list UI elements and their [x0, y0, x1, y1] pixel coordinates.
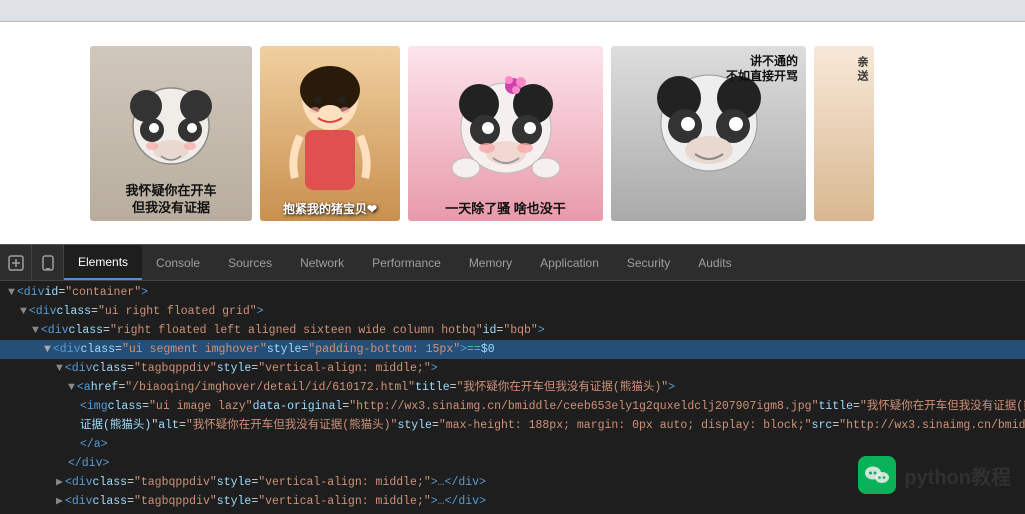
tab-audits[interactable]: Audits — [684, 245, 745, 280]
code-line-5[interactable]: ▼<div class="tagbqppdiv" style="vertical… — [0, 359, 1025, 378]
code-line-12[interactable]: ▶<div class="tagbqppdiv" style="vertical… — [0, 492, 1025, 511]
tab-network[interactable]: Network — [286, 245, 358, 280]
tab-console[interactable]: Console — [142, 245, 214, 280]
tab-memory[interactable]: Memory — [455, 245, 526, 280]
watermark-text: python教程 — [904, 461, 1011, 490]
meme-image-3: 一天除了骚 啥也没干 — [408, 46, 603, 221]
tab-sources[interactable]: Sources — [214, 245, 286, 280]
meme-image-2: 抱紧我的猪宝贝❤ — [260, 46, 400, 221]
code-line-2[interactable]: ▼<div class="ui right floated grid"> — [0, 302, 1025, 321]
browser-top-bar — [0, 0, 1025, 22]
code-line-6[interactable]: ▼<a href="/biaoqing/imghover/detail/id/6… — [0, 378, 1025, 397]
meme-text-3: 一天除了骚 啥也没干 — [408, 198, 603, 217]
tab-security[interactable]: Security — [613, 245, 684, 280]
panda-flower-svg — [441, 68, 571, 198]
devtools-toolbar: Elements Console Sources Network Perform… — [0, 245, 1025, 281]
watermark: python教程 — [858, 456, 1011, 494]
meme-image-5: 亲 送 — [814, 46, 874, 221]
device-icon-btn[interactable] — [32, 245, 64, 280]
tab-elements[interactable]: Elements — [64, 245, 142, 280]
meme-image-4: 讲不通的不如直接开骂 — [611, 46, 806, 221]
code-line-8[interactable]: 证据(熊猫头)" alt="我怀疑你在开车但我没有证据(熊猫头)" style=… — [0, 416, 1025, 435]
panda-svg-1 — [116, 78, 226, 188]
tab-application[interactable]: Application — [526, 245, 613, 280]
code-line-4[interactable]: ▼<div class="ui segment imghover" style=… — [0, 340, 1025, 359]
code-line-3[interactable]: ▼<div class="right floated left aligned … — [0, 321, 1025, 340]
webpage-area: 我怀疑你在开车但我没有证据 抱紧我的猪宝贝❤ — [0, 22, 1025, 244]
meme-text-2: 抱紧我的猪宝贝❤ — [260, 200, 400, 217]
tab-performance[interactable]: Performance — [358, 245, 455, 280]
wechat-icon — [858, 456, 896, 494]
inspect-icon-btn[interactable] — [0, 245, 32, 280]
meme-text-4: 讲不通的不如直接开骂 — [726, 54, 798, 85]
code-line-1[interactable]: ▼<div id="container"> — [0, 283, 1025, 302]
panda-face-svg — [639, 68, 779, 198]
code-line-9[interactable]: </a> — [0, 435, 1025, 454]
meme-text-5: 亲 送 — [854, 56, 870, 81]
meme-text-1: 我怀疑你在开车但我没有证据 — [90, 183, 252, 217]
meme-image-1: 我怀疑你在开车但我没有证据 — [90, 46, 252, 221]
girl-svg — [280, 58, 380, 208]
code-line-7[interactable]: <img class="ui image lazy" data-original… — [0, 397, 1025, 416]
